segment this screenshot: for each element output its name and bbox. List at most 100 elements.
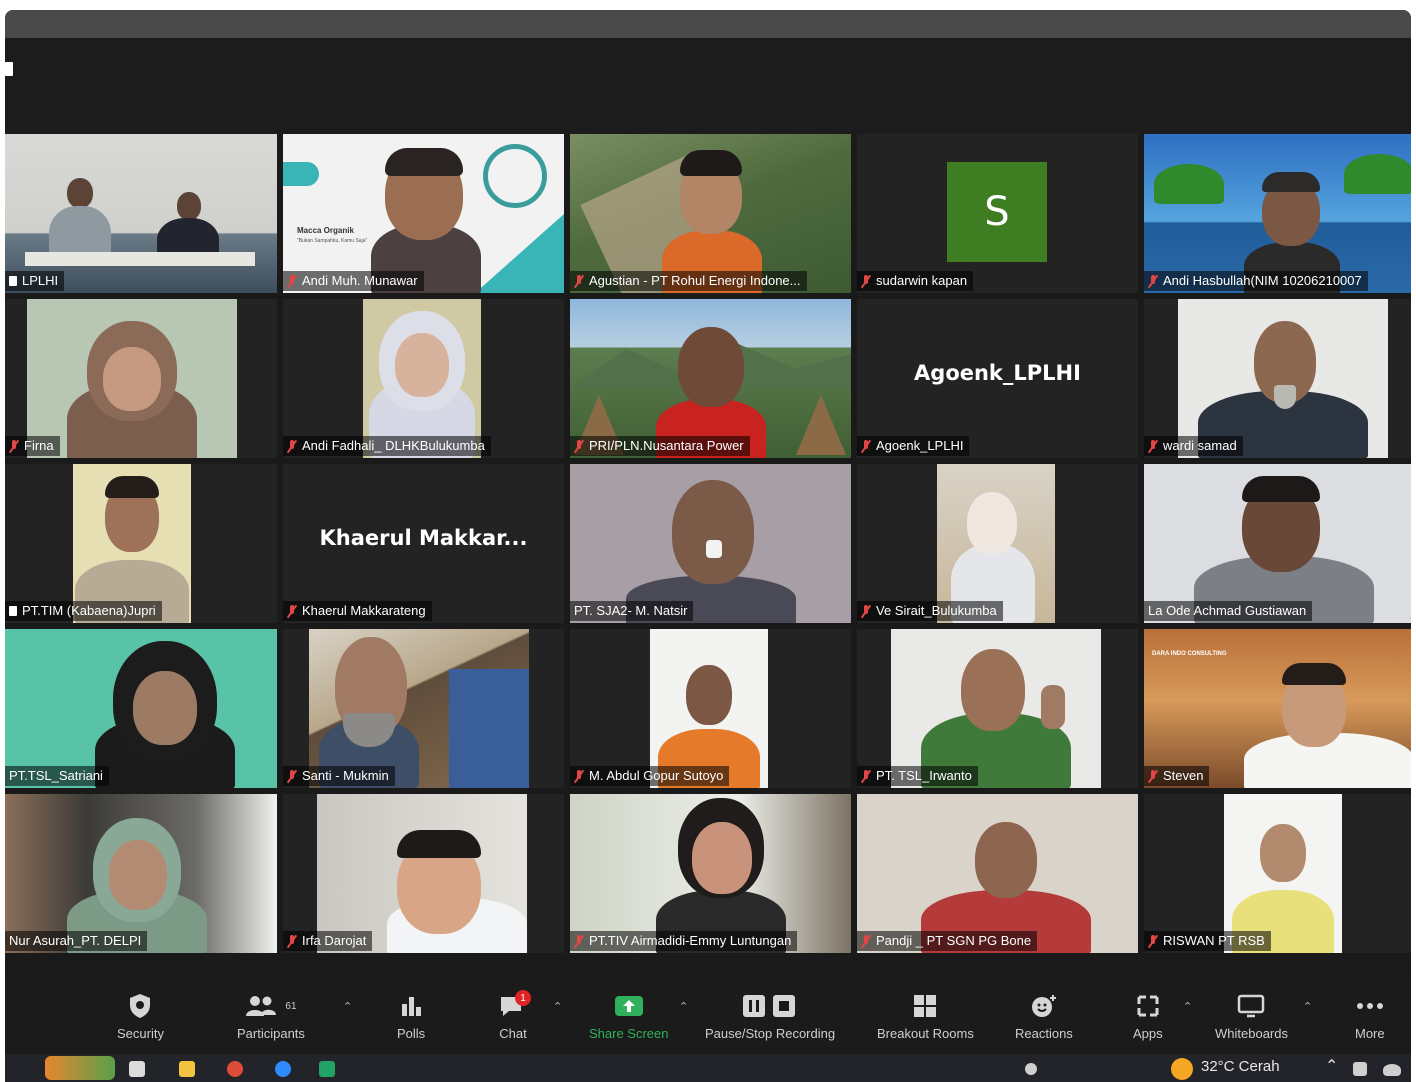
breakout-rooms-icon	[912, 992, 938, 1020]
participant-tile[interactable]: PT. TSL_Irwanto	[857, 629, 1138, 788]
muted-mic-icon	[1148, 769, 1158, 783]
file-explorer-icon[interactable]	[179, 1061, 195, 1077]
chevron-up-icon[interactable]: ⌃	[553, 1000, 562, 1013]
participant-name: PT. SJA2- M. Natsir	[570, 601, 694, 621]
widgets-icon[interactable]	[45, 1056, 115, 1080]
muted-mic-icon	[861, 274, 871, 288]
video-feed	[650, 629, 768, 788]
participant-tile[interactable]: Pandji _ PT SGN PG Bone	[857, 794, 1138, 953]
participant-tile[interactable]: LPLHI	[5, 134, 277, 293]
meet-app-icon[interactable]	[319, 1061, 335, 1077]
video-feed	[1178, 299, 1388, 458]
whiteboards-button[interactable]: Whiteboards	[1215, 992, 1288, 1041]
chevron-up-icon[interactable]: ⌃	[1325, 1056, 1338, 1075]
more-button[interactable]: More	[1355, 992, 1385, 1041]
participant-name: Pandji _ PT SGN PG Bone	[857, 931, 1038, 951]
participant-name: Agoenk_LPLHI	[857, 436, 970, 456]
apps-label: Apps	[1133, 1026, 1163, 1041]
participant-tile[interactable]: Irfa Darojat	[283, 794, 564, 953]
participant-tile[interactable]: Andi Fadhali_ DLHKBulukumba	[283, 299, 564, 458]
participant-tile[interactable]: wardi samad	[1144, 299, 1411, 458]
share-screen-icon	[614, 992, 644, 1020]
video-feed	[1144, 134, 1411, 293]
cloud-icon[interactable]	[1383, 1064, 1401, 1076]
participants-button[interactable]: 61 Participants	[237, 992, 305, 1041]
participant-display-name: Khaerul Makkar...	[319, 526, 528, 550]
video-feed	[891, 629, 1101, 788]
more-icon	[1356, 992, 1384, 1020]
video-feed	[570, 794, 851, 953]
zoom-window: LPLHI Macca Organik "Bukan Sampahku, Kam…	[5, 10, 1411, 1082]
video-feed	[309, 629, 529, 788]
muted-mic-icon	[861, 769, 871, 783]
muted-mic-icon	[861, 604, 871, 618]
participant-name: PT.TSL_Satriani	[5, 766, 109, 786]
participant-tile[interactable]: PT.TSL_Satriani	[5, 629, 277, 788]
reactions-button[interactable]: Reactions	[1015, 992, 1073, 1041]
participants-count: 61	[285, 1000, 297, 1012]
share-screen-button[interactable]: Share Screen	[589, 992, 669, 1041]
avatar: S	[947, 162, 1047, 262]
participant-tile[interactable]: Santi - Mukmin	[283, 629, 564, 788]
muted-mic-icon	[287, 934, 297, 948]
chevron-up-icon[interactable]: ⌃	[679, 1000, 688, 1013]
participant-name: PT. TSL_Irwanto	[857, 766, 978, 786]
recording-button[interactable]: Pause/Stop Recording	[705, 992, 835, 1041]
pause-stop-icon	[741, 992, 799, 1020]
task-view-icon[interactable]	[129, 1061, 145, 1077]
chrome-icon[interactable]	[227, 1061, 243, 1077]
video-feed	[570, 299, 851, 458]
people-icon[interactable]	[1025, 1063, 1037, 1075]
muted-mic-icon	[574, 934, 584, 948]
chevron-up-icon[interactable]: ⌃	[1303, 1000, 1312, 1013]
participant-name: Andi Fadhali_ DLHKBulukumba	[283, 436, 491, 456]
polls-button[interactable]: Polls	[397, 992, 425, 1041]
participant-tile[interactable]: Nur Asurah_PT. DELPI	[5, 794, 277, 953]
participant-tile[interactable]: Andi Hasbullah(NIM 10206210007	[1144, 134, 1411, 293]
reactions-label: Reactions	[1015, 1026, 1073, 1041]
breakout-rooms-button[interactable]: Breakout Rooms	[877, 992, 974, 1041]
video-feed	[317, 794, 527, 953]
participant-tile[interactable]: Agoenk_LPLHI Agoenk_LPLHI	[857, 299, 1138, 458]
participant-name: LPLHI	[5, 271, 65, 291]
apps-button[interactable]: Apps	[1133, 992, 1163, 1041]
more-label: More	[1355, 1026, 1385, 1041]
participant-tile[interactable]: PRI/PLN.Nusantara Power	[570, 299, 851, 458]
participant-tile[interactable]: Firna	[5, 299, 277, 458]
chat-button[interactable]: 1 Chat	[499, 990, 531, 1041]
security-button[interactable]: Security	[117, 992, 164, 1041]
participant-tile[interactable]: Macca Organik "Bukan Sampahku, Kamu Saja…	[283, 134, 564, 293]
participant-name: La Ode Achmad Gustiawan	[1144, 601, 1313, 621]
participant-tile[interactable]: PT.TIV Airmadidi-Emmy Luntungan	[570, 794, 851, 953]
participant-tile[interactable]: S sudarwin kapan	[857, 134, 1138, 293]
chevron-up-icon[interactable]: ⌃	[343, 1000, 352, 1013]
muted-mic-icon	[574, 274, 584, 288]
video-feed	[73, 464, 191, 623]
muted-mic-icon	[9, 439, 19, 453]
participant-tile[interactable]: PT.TIM (Kabaena)Jupri	[5, 464, 277, 623]
video-feed	[5, 794, 277, 953]
participant-tile[interactable]: Ve Sirait_Bulukumba	[857, 464, 1138, 623]
participant-tile[interactable]: PT. SJA2- M. Natsir	[570, 464, 851, 623]
participant-name: Nur Asurah_PT. DELPI	[5, 931, 148, 951]
spotlight-icon	[9, 606, 17, 616]
zoom-app-icon[interactable]	[275, 1061, 291, 1077]
muted-mic-icon	[287, 439, 297, 453]
participant-tile[interactable]: RISWAN PT RSB	[1144, 794, 1411, 953]
chat-icon: 1	[499, 990, 531, 1020]
chevron-up-icon[interactable]: ⌃	[1183, 1000, 1192, 1013]
participant-tile[interactable]: Agustian - PT Rohul Energi Indone...	[570, 134, 851, 293]
apps-icon	[1136, 992, 1160, 1020]
muted-mic-icon	[287, 604, 297, 618]
participant-name: Agustian - PT Rohul Energi Indone...	[570, 271, 807, 291]
participant-tile[interactable]: Khaerul Makkar... Khaerul Makkarateng	[283, 464, 564, 623]
breakout-rooms-label: Breakout Rooms	[877, 1026, 974, 1041]
slide-title: Macca Organik	[297, 226, 354, 235]
participant-tile[interactable]: M. Abdul Gopur Sutoyo	[570, 629, 851, 788]
participant-tile[interactable]: DARA INDO CONSULTING Steven	[1144, 629, 1411, 788]
participant-name: wardi samad	[1144, 436, 1243, 456]
participant-tile[interactable]: La Ode Achmad Gustiawan	[1144, 464, 1411, 623]
logo-icon	[483, 144, 547, 208]
view-icon[interactable]	[5, 62, 13, 76]
battery-icon[interactable]	[1353, 1062, 1367, 1076]
